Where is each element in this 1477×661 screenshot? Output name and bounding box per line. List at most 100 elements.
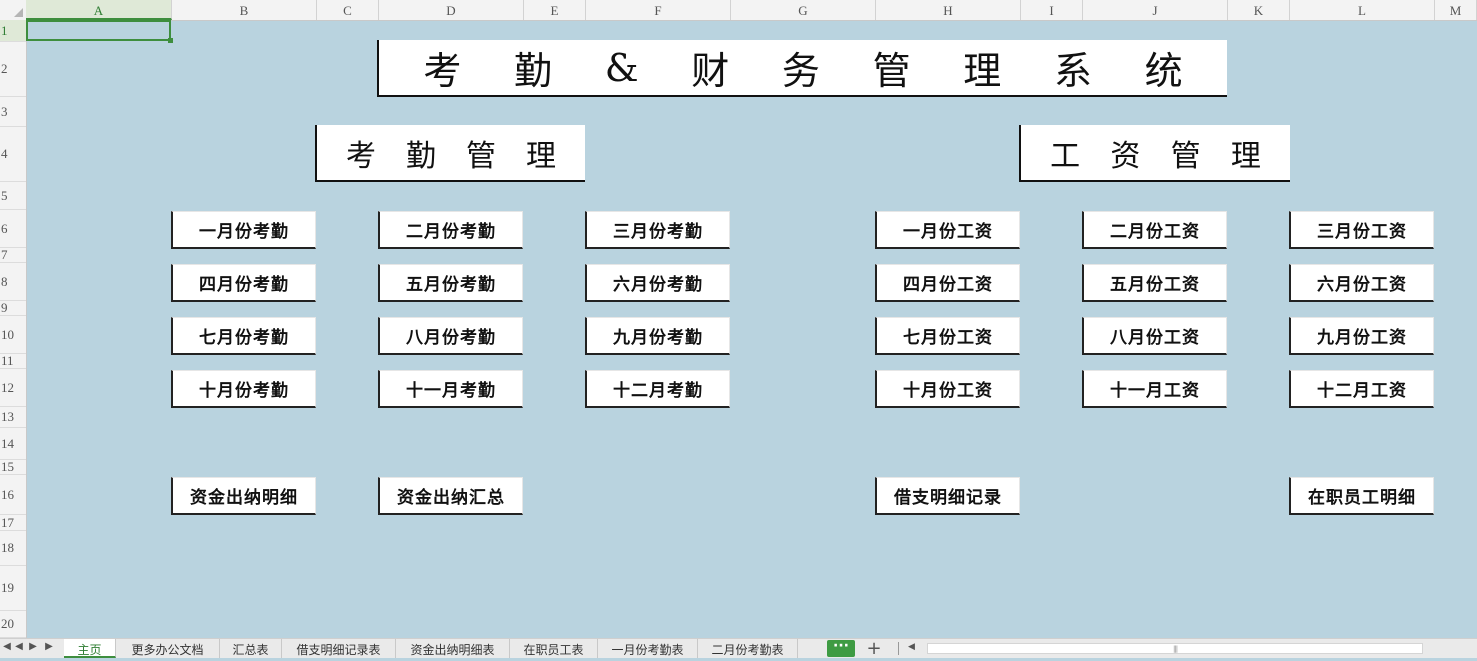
section-title-char: 勤	[406, 138, 436, 174]
prev-sheet-icon[interactable]: ◀	[14, 641, 24, 652]
last-sheet-icon[interactable]: ▶	[44, 641, 54, 652]
button-attendance-december[interactable]: 十二月考勤	[585, 370, 730, 408]
row-header-1[interactable]: 1	[0, 20, 26, 42]
column-header-H[interactable]: H	[876, 0, 1021, 20]
button-attendance-may[interactable]: 五月份考勤	[378, 264, 523, 302]
section-title-attendance: 考 勤 管 理	[315, 125, 585, 182]
column-header-L[interactable]: L	[1290, 0, 1435, 20]
button-salary-june[interactable]: 六月份工资	[1289, 264, 1434, 302]
select-all-corner[interactable]	[0, 0, 27, 20]
sheet-tab-summary[interactable]: 汇总表	[220, 639, 282, 658]
main-title-char: 考	[423, 49, 462, 93]
row-header-10[interactable]: 10	[0, 316, 26, 354]
button-attendance-august[interactable]: 八月份考勤	[378, 317, 523, 355]
row-header-3[interactable]: 3	[0, 97, 26, 127]
column-header-K[interactable]: K	[1228, 0, 1290, 20]
column-header-C[interactable]: C	[317, 0, 379, 20]
add-sheet-icon[interactable]: +	[864, 639, 884, 658]
row-header-18[interactable]: 18	[0, 531, 26, 566]
button-loan-record[interactable]: 借支明细记录	[875, 477, 1020, 515]
button-salary-may[interactable]: 五月份工资	[1082, 264, 1227, 302]
column-header-J[interactable]: J	[1083, 0, 1228, 20]
tab-separator	[898, 642, 899, 655]
more-tabs-button[interactable]: ···	[827, 639, 855, 657]
row-header-8[interactable]: 8	[0, 263, 26, 301]
column-header-B[interactable]: B	[172, 0, 317, 20]
column-header-G[interactable]: G	[731, 0, 876, 20]
section-title-char: 考	[346, 138, 376, 174]
main-title-char: 系	[1053, 49, 1092, 93]
column-header-E[interactable]: E	[524, 0, 586, 20]
row-header-19[interactable]: 19	[0, 566, 26, 611]
row-header-20[interactable]: 20	[0, 611, 26, 638]
row-header-16[interactable]: 16	[0, 475, 26, 515]
section-title-char: 理	[1230, 138, 1261, 174]
main-title-char: 勤	[514, 49, 553, 93]
button-salary-april[interactable]: 四月份工资	[875, 264, 1020, 302]
sheet-tab-feb-attendance[interactable]: 二月份考勤表	[698, 639, 798, 658]
row-header-11[interactable]: 11	[0, 353, 26, 369]
sheet-tab-jan-attendance[interactable]: 一月份考勤表	[598, 639, 698, 658]
horizontal-scrollbar[interactable]: |||	[927, 643, 1423, 654]
button-salary-october[interactable]: 十月份工资	[875, 370, 1020, 408]
row-header-17[interactable]: 17	[0, 515, 26, 531]
button-attendance-september[interactable]: 九月份考勤	[585, 317, 730, 355]
button-attendance-january[interactable]: 一月份考勤	[171, 211, 316, 249]
button-attendance-april[interactable]: 四月份考勤	[171, 264, 316, 302]
row-header-14[interactable]: 14	[0, 428, 26, 460]
section-title-char: 资	[1110, 138, 1141, 174]
scroll-left-icon[interactable]: ◀	[908, 642, 915, 652]
button-employee-detail[interactable]: 在职员工明细	[1289, 477, 1434, 515]
sheet-tab-more-docs[interactable]: 更多办公文档	[116, 639, 220, 658]
row-header-2[interactable]: 2	[0, 42, 26, 97]
row-header-6[interactable]: 6	[0, 210, 26, 248]
column-header-F[interactable]: F	[586, 0, 731, 20]
sheet-tab-home[interactable]: 主页	[64, 639, 116, 658]
main-title-char: 务	[781, 49, 820, 93]
row-header-15[interactable]: 15	[0, 459, 26, 475]
select-all-icon	[14, 8, 23, 17]
main-title-char: 统	[1144, 49, 1183, 93]
button-salary-november[interactable]: 十一月工资	[1082, 370, 1227, 408]
scrollbar-grip-icon[interactable]: |||	[1173, 645, 1178, 653]
button-salary-february[interactable]: 二月份工资	[1082, 211, 1227, 249]
column-header-A[interactable]: A	[26, 0, 172, 20]
section-title-char: 工	[1050, 138, 1081, 174]
main-title: 考 勤 & 财 务 管 理 系 统	[377, 40, 1227, 97]
button-salary-january[interactable]: 一月份工资	[875, 211, 1020, 249]
main-title-char: 财	[691, 49, 730, 93]
button-attendance-march[interactable]: 三月份考勤	[585, 211, 730, 249]
next-sheet-icon[interactable]: ▶	[28, 641, 38, 652]
row-header-4[interactable]: 4	[0, 127, 26, 182]
button-salary-august[interactable]: 八月份工资	[1082, 317, 1227, 355]
button-cash-detail[interactable]: 资金出纳明细	[171, 477, 316, 515]
button-attendance-november[interactable]: 十一月考勤	[378, 370, 523, 408]
first-sheet-icon[interactable]: ◀	[2, 641, 12, 652]
button-salary-march[interactable]: 三月份工资	[1289, 211, 1434, 249]
button-cash-summary[interactable]: 资金出纳汇总	[378, 477, 523, 515]
row-header-13[interactable]: 13	[0, 407, 26, 428]
button-salary-july[interactable]: 七月份工资	[875, 317, 1020, 355]
sheet-tab-loan-record[interactable]: 借支明细记录表	[282, 639, 396, 658]
row-header-bar: 1 2 3 4 5 6 7 8 9 10 11 12 13 14 15 16 1…	[0, 20, 27, 638]
column-header-I[interactable]: I	[1021, 0, 1083, 20]
button-attendance-june[interactable]: 六月份考勤	[585, 264, 730, 302]
section-title-char: 管	[466, 138, 496, 174]
row-header-12[interactable]: 12	[0, 369, 26, 407]
row-header-5[interactable]: 5	[0, 182, 26, 210]
row-header-9[interactable]: 9	[0, 300, 26, 316]
button-attendance-february[interactable]: 二月份考勤	[378, 211, 523, 249]
column-header-M[interactable]: M	[1435, 0, 1477, 20]
button-salary-december[interactable]: 十二月工资	[1289, 370, 1434, 408]
section-title-salary: 工 资 管 理	[1019, 125, 1290, 182]
button-attendance-october[interactable]: 十月份考勤	[171, 370, 316, 408]
fill-handle[interactable]	[168, 38, 173, 43]
section-title-char: 理	[526, 138, 556, 174]
button-salary-september[interactable]: 九月份工资	[1289, 317, 1434, 355]
sheet-tab-employees[interactable]: 在职员工表	[510, 639, 598, 658]
column-header-D[interactable]: D	[379, 0, 524, 20]
row-header-7[interactable]: 7	[0, 247, 26, 263]
sheet-tab-cash-detail[interactable]: 资金出纳明细表	[396, 639, 510, 658]
selected-cell-a1[interactable]	[26, 20, 173, 43]
button-attendance-july[interactable]: 七月份考勤	[171, 317, 316, 355]
